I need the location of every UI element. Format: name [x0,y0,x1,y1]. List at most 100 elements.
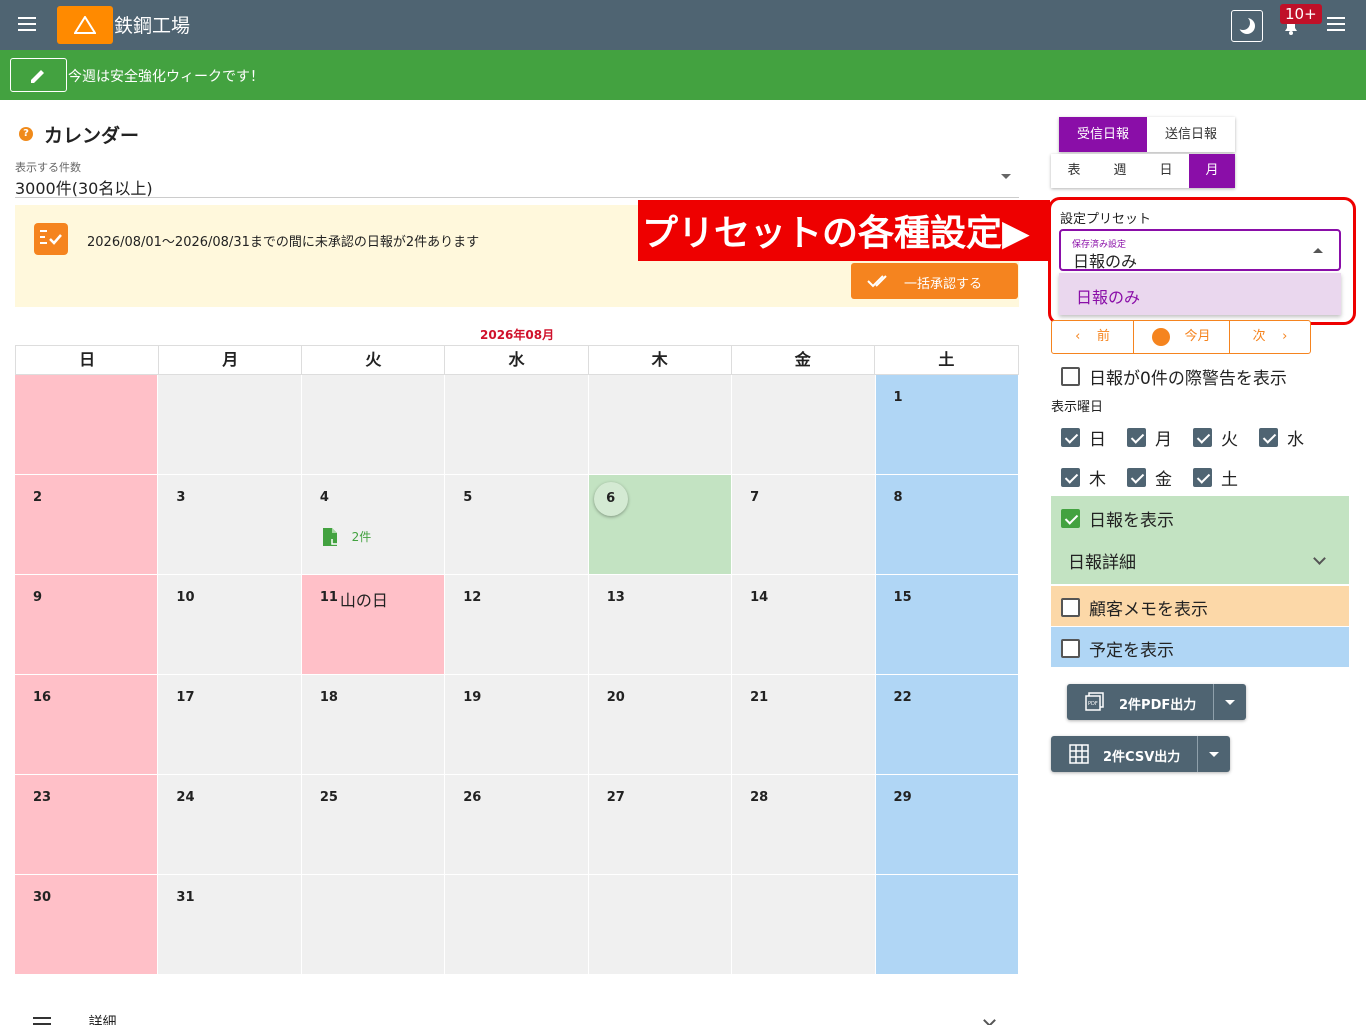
preset-option[interactable]: 日報のみ [1059,273,1341,315]
dark-mode-toggle[interactable] [1231,10,1263,42]
show-memo-label: 顧客メモを表示 [1089,600,1208,620]
day-checkbox-sat[interactable]: 土 [1193,465,1238,490]
calendar-day-cell[interactable] [301,875,446,975]
checkbox[interactable] [1127,468,1146,487]
show-memo-checkbox[interactable]: 顧客メモを表示 [1061,595,1208,620]
caret-down-icon[interactable] [1225,700,1235,705]
calendar-day-cell[interactable]: 30 [15,875,159,975]
calendar-day-cell[interactable]: 2 [15,475,159,575]
calendar-day-cell[interactable] [588,875,733,975]
calendar-day-cell[interactable]: 7 [732,475,876,575]
calendar-day-cell[interactable]: 17 [158,675,302,775]
calendar-day-cell[interactable] [301,375,446,475]
calendar-day-cell[interactable]: 21 [732,675,876,775]
prev-month-button[interactable]: ‹ 前 [1052,321,1134,353]
calendar-day-cell[interactable]: 29 [875,775,1019,875]
calendar-day-cell[interactable]: 16 [15,675,159,775]
calendar-day-cell[interactable]: 11 山の日 [301,575,446,675]
calendar-day-cell[interactable]: 6 [588,475,733,575]
checkbox[interactable] [1061,639,1080,658]
day-number: 8 [893,490,903,505]
calendar-day-cell[interactable]: 22 [875,675,1019,775]
calendar-day-cell[interactable] [875,875,1019,975]
chevron-down-icon[interactable] [1313,552,1326,565]
view-month[interactable]: 月 [1189,154,1235,188]
calendar-day-cell[interactable]: 9 [15,575,159,675]
calendar-day-cell[interactable]: 5 [445,475,589,575]
checkbox[interactable] [1127,428,1146,447]
calendar-day-cell[interactable]: 24 [158,775,302,875]
count-select[interactable]: 3000件(30名以上) [15,175,153,199]
checkbox[interactable] [1061,509,1080,528]
view-week[interactable]: 週 [1097,154,1143,188]
bulk-approve-button[interactable]: 一括承認する [851,263,1018,299]
checkbox[interactable] [1193,468,1212,487]
calendar-day-cell[interactable] [445,375,589,475]
day-checkbox-mon[interactable]: 月 [1127,425,1172,450]
calendar-day-cell[interactable] [732,875,876,975]
calendar-day-cell[interactable]: 10 [158,575,302,675]
csv-export-button[interactable]: 2件CSV出力 [1051,736,1230,772]
view-day[interactable]: 日 [1143,154,1189,188]
calendar-day-cell[interactable] [158,375,302,475]
calendar-day-cell[interactable]: 31 [158,875,302,975]
document-icon [322,528,337,546]
day-checkbox-tue[interactable]: 火 [1193,425,1238,450]
view-table[interactable]: 表 [1051,154,1097,188]
day-label: 水 [1287,430,1304,450]
tab-received[interactable]: 受信日報 [1059,117,1147,152]
user-menu-icon[interactable] [1326,13,1346,35]
this-month-button[interactable]: 今月 [1134,321,1230,353]
calendar-day-cell[interactable]: 18 [301,675,446,775]
chevron-down-icon[interactable] [983,1014,996,1025]
calendar-day-cell[interactable]: 15 [875,575,1019,675]
report-options: 日報を表示 日報詳細 [1051,496,1349,584]
calendar-day-cell[interactable] [732,375,876,475]
edit-notice-button[interactable] [10,58,67,92]
calendar-day-cell[interactable] [588,375,733,475]
day-checkbox-fri[interactable]: 金 [1127,465,1172,490]
calendar-day-cell[interactable]: 25 [301,775,446,875]
day-checkbox-thu[interactable]: 木 [1061,465,1106,490]
show-reports-checkbox[interactable]: 日報を表示 [1061,506,1174,531]
calendar-day-cell[interactable]: 1 [875,375,1019,475]
checkbox[interactable] [1061,367,1080,386]
warn-zero-checkbox[interactable]: 日報が0件の際警告を表示 [1061,364,1287,389]
menu-icon[interactable] [14,13,40,37]
calendar-day-cell[interactable]: 14 [732,575,876,675]
report-type-tabs: 受信日報 送信日報 [1059,117,1235,152]
caret-down-icon[interactable] [1209,752,1219,757]
day-number: 7 [750,490,760,505]
calendar-day-cell[interactable] [15,375,159,475]
checkbox[interactable] [1061,598,1080,617]
checkbox[interactable] [1061,468,1080,487]
calendar-day-cell[interactable]: 12 [445,575,589,675]
preset-select[interactable]: 保存済み設定 日報のみ [1059,229,1341,271]
report-count-link[interactable]: 2件 [322,527,371,547]
logo[interactable] [57,6,113,44]
calendar-day-cell[interactable]: 13 [588,575,733,675]
calendar-day-cell[interactable]: 4 2件 [301,475,446,575]
calendar-day-cell[interactable]: 28 [732,775,876,875]
calendar-day-cell[interactable] [445,875,589,975]
next-month-button[interactable]: 次 › [1230,321,1310,353]
calendar-day-cell[interactable]: 19 [445,675,589,775]
checkbox[interactable] [1193,428,1212,447]
day-checkbox-wed[interactable]: 水 [1259,425,1304,450]
chevron-down-icon[interactable] [1001,174,1011,179]
day-checkbox-sun[interactable]: 日 [1061,425,1106,450]
tab-sent[interactable]: 送信日報 [1147,117,1235,152]
calendar-day-cell[interactable]: 3 [158,475,302,575]
calendar-day-cell[interactable]: 23 [15,775,159,875]
pdf-export-button[interactable]: PDF 2件PDF出力 [1067,684,1246,720]
checkbox[interactable] [1259,428,1278,447]
calendar-day-cell[interactable]: 20 [588,675,733,775]
show-schedule-checkbox[interactable]: 予定を表示 [1061,636,1174,661]
detail-toggle[interactable]: 詳細 [33,1012,116,1025]
calendar-day-cell[interactable]: 27 [588,775,733,875]
calendar-day-cell[interactable]: 26 [445,775,589,875]
help-icon[interactable]: ? [19,127,33,141]
checkbox[interactable] [1061,428,1080,447]
report-detail-select[interactable]: 日報詳細 [1068,548,1136,573]
calendar-day-cell[interactable]: 8 [875,475,1019,575]
